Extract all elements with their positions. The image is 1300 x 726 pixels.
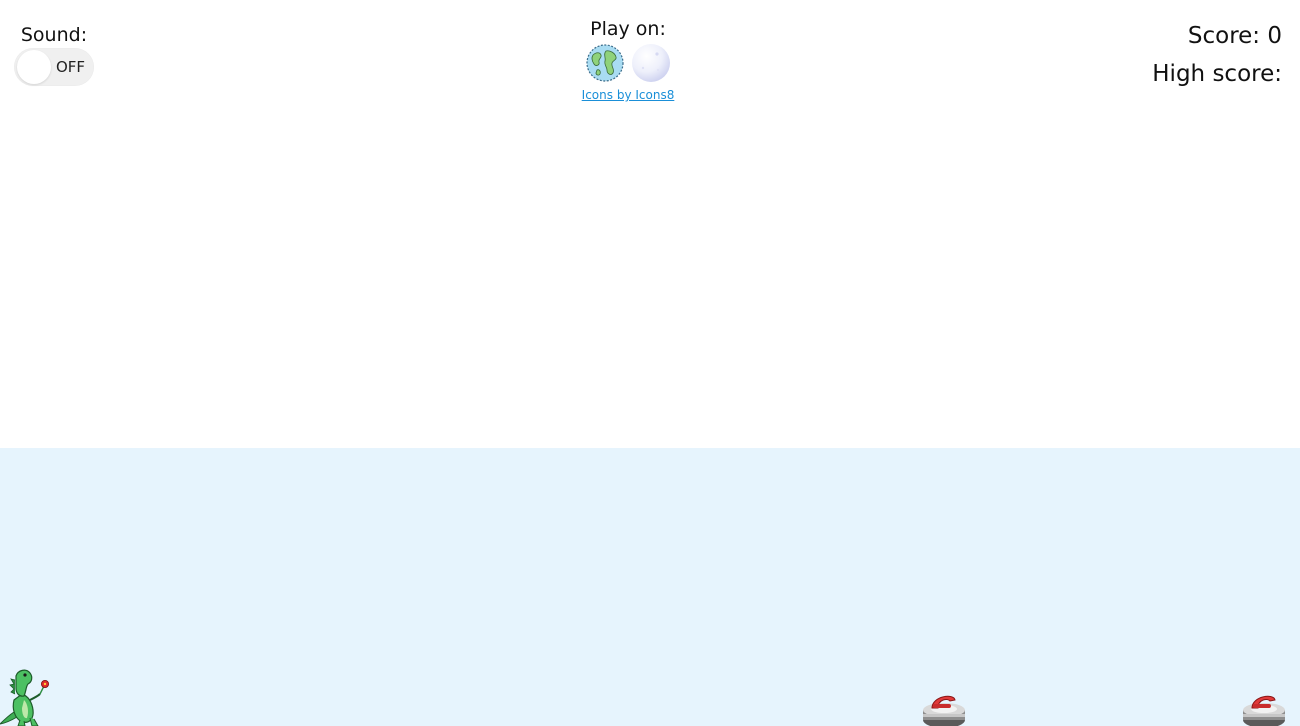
sound-toggle[interactable]: OFF [14,48,94,86]
high-score-display: High score: [1152,61,1282,87]
icons8-credit-link[interactable]: Icons by Icons8 [572,88,684,102]
sound-toggle-knob [17,50,51,84]
planet-options [572,43,684,83]
moon-icon [632,44,670,82]
sound-label: Sound: [20,24,88,46]
curling-stone-icon [1243,695,1285,726]
dinosaur-icon [0,669,50,726]
score-display: Score: 0 [1187,23,1282,49]
earth-button[interactable] [585,43,625,83]
planet-selector: Play on: Icons by Icons8 [572,16,684,102]
curling-stone-icon [923,695,965,726]
sound-control: Sound: OFF [14,20,94,86]
ground-area [0,448,1300,726]
game-page: Sound: OFF Play on: Icons by Icons8 Scor… [0,0,1300,726]
earth-icon [586,44,624,82]
score-panel: Score: 0 High score: [1152,20,1282,90]
moon-button[interactable] [631,43,671,83]
sound-toggle-state: OFF [56,58,86,76]
play-on-label: Play on: [590,18,666,40]
